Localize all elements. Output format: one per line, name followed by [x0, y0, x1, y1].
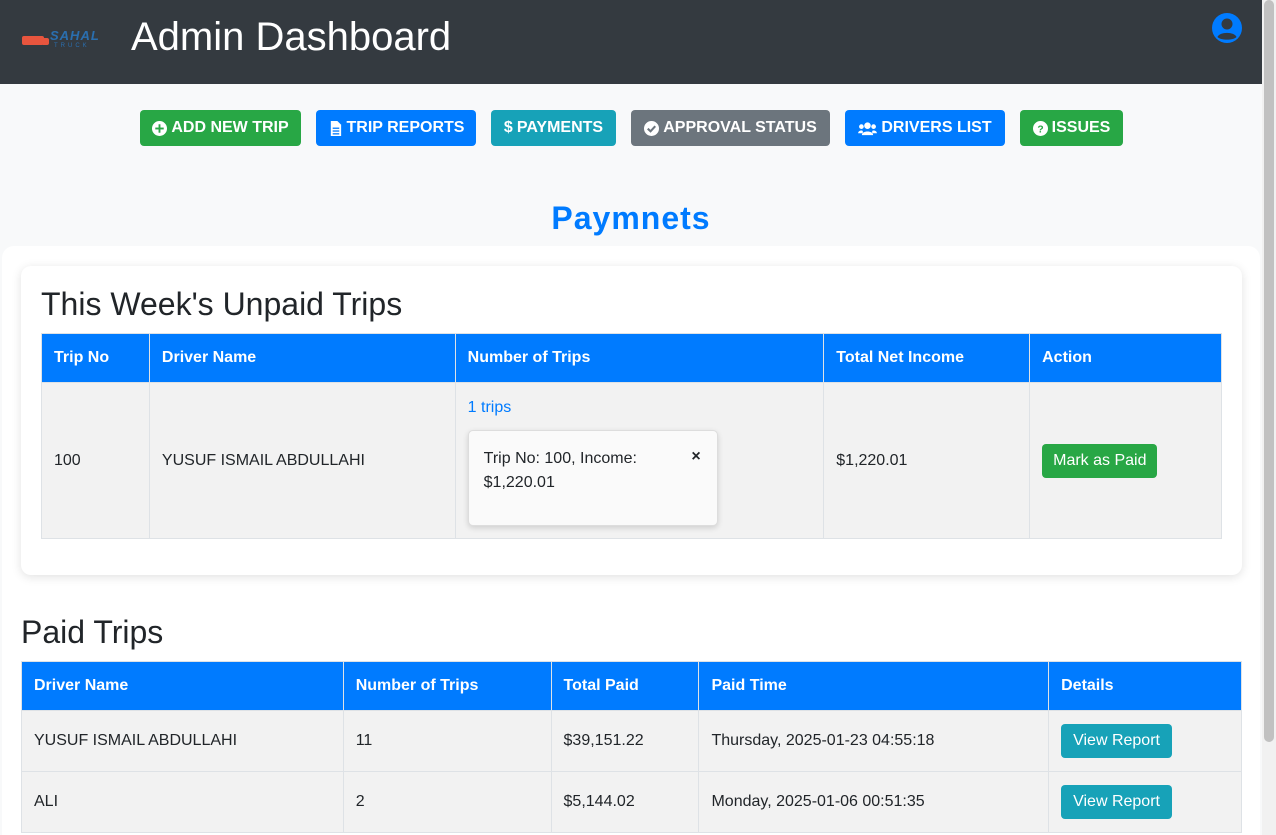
- column-header: Number of Trips: [454, 333, 825, 383]
- driver-name-cell: YUSUF ISMAIL ABDULLAHI: [21, 710, 344, 772]
- vertical-scrollbar[interactable]: [1262, 0, 1276, 835]
- paid-time-cell: Thursday, 2025-01-23 04:55:18: [698, 710, 1050, 772]
- issues-button[interactable]: ? ISSUES: [1020, 110, 1123, 146]
- column-header: Total Paid: [550, 661, 700, 711]
- view-report-button[interactable]: View Report: [1061, 724, 1172, 758]
- question-circle-icon: ?: [1032, 120, 1048, 136]
- number-of-trips-cell: 1 trips × Trip No: 100, Income: $1,220.0…: [454, 382, 825, 539]
- payments-button[interactable]: $ PAYMENTS: [491, 110, 616, 146]
- number-of-trips-cell: 2: [342, 771, 552, 833]
- logo-text: SAHAL: [50, 28, 100, 43]
- user-account-icon[interactable]: [1212, 13, 1242, 43]
- column-header: Driver Name: [21, 661, 344, 711]
- trips-link[interactable]: 1 trips: [468, 399, 512, 417]
- table-header-row: Driver Name Number of Trips Total Paid P…: [21, 661, 1242, 711]
- payments-label: PAYMENTS: [516, 119, 604, 136]
- total-paid-cell: $39,151.22: [550, 710, 700, 772]
- column-header: Total Net Income: [823, 333, 1031, 383]
- approval-status-button[interactable]: APPROVAL STATUS: [631, 110, 830, 146]
- paid-trips-title: Paid Trips: [21, 614, 164, 650]
- column-header: Paid Time: [698, 661, 1050, 711]
- table-row: ALI 2 $5,144.02 Monday, 2025-01-06 00:51…: [21, 771, 1242, 833]
- action-toolbar: ADD NEW TRIP TRIP REPORTS $ PAYMENTS APP…: [0, 110, 1262, 146]
- trip-reports-label: TRIP REPORTS: [346, 119, 465, 136]
- number-of-trips-cell: 11: [342, 710, 552, 772]
- page-title: Admin Dashboard: [131, 15, 452, 59]
- table-header-row: Trip No Driver Name Number of Trips Tota…: [41, 333, 1222, 383]
- issues-label: ISSUES: [1051, 119, 1111, 136]
- section-heading: Paymnets: [551, 200, 711, 236]
- trip-no-cell: 100: [41, 382, 150, 539]
- details-cell: View Report: [1048, 771, 1242, 833]
- close-icon[interactable]: ×: [691, 445, 700, 469]
- top-navbar: SAHAL TRUCK Admin Dashboard: [0, 0, 1262, 84]
- plus-circle-icon: [152, 120, 168, 136]
- add-new-trip-button[interactable]: ADD NEW TRIP: [140, 110, 301, 146]
- mark-as-paid-button[interactable]: Mark as Paid: [1042, 443, 1158, 478]
- column-header: Action: [1029, 333, 1222, 383]
- trip-reports-button[interactable]: TRIP REPORTS: [316, 110, 476, 146]
- svg-text:?: ?: [1037, 124, 1043, 135]
- popup-line: $1,220.01: [483, 474, 555, 491]
- table-row: YUSUF ISMAIL ABDULLAHI 11 $39,151.22 Thu…: [21, 710, 1242, 772]
- users-icon: [858, 121, 878, 135]
- total-paid-cell: $5,144.02: [550, 771, 700, 833]
- unpaid-trips-title: This Week's Unpaid Trips: [41, 286, 403, 322]
- scrollbar-thumb[interactable]: [1264, 0, 1274, 742]
- approval-status-label: APPROVAL STATUS: [663, 119, 817, 136]
- drivers-list-button[interactable]: DRIVERS LIST: [845, 110, 1005, 146]
- total-net-income-cell: $1,220.01: [823, 382, 1031, 539]
- add-new-trip-label: ADD NEW TRIP: [171, 119, 289, 136]
- table-row: 100 YUSUF ISMAIL ABDULLAHI 1 trips × Tri…: [41, 382, 1222, 539]
- drivers-list-label: DRIVERS LIST: [881, 119, 992, 136]
- driver-name-cell: YUSUF ISMAIL ABDULLAHI: [148, 382, 456, 539]
- paid-trips-table: Driver Name Number of Trips Total Paid P…: [21, 661, 1242, 833]
- check-circle-icon: [644, 120, 660, 136]
- column-header: Number of Trips: [342, 661, 552, 711]
- action-cell: Mark as Paid: [1029, 382, 1222, 539]
- paid-time-cell: Monday, 2025-01-06 00:51:35: [698, 771, 1050, 833]
- driver-name-cell: ALI: [21, 771, 344, 833]
- file-icon: [330, 120, 341, 136]
- details-cell: View Report: [1048, 710, 1242, 772]
- view-report-button[interactable]: View Report: [1061, 785, 1172, 819]
- logo-subtext: TRUCK: [54, 43, 90, 49]
- column-header: Driver Name: [148, 333, 456, 383]
- trip-details-popup: × Trip No: 100, Income: $1,220.01: [467, 430, 718, 526]
- popup-line: Trip No: 100, Income:: [483, 450, 637, 467]
- truck-icon: [22, 36, 49, 45]
- column-header: Details: [1048, 661, 1242, 711]
- column-header: Trip No: [41, 333, 150, 383]
- unpaid-trips-table: Trip No Driver Name Number of Trips Tota…: [41, 333, 1222, 539]
- brand-logo[interactable]: SAHAL TRUCK: [22, 28, 110, 50]
- dollar-icon: $: [503, 119, 513, 136]
